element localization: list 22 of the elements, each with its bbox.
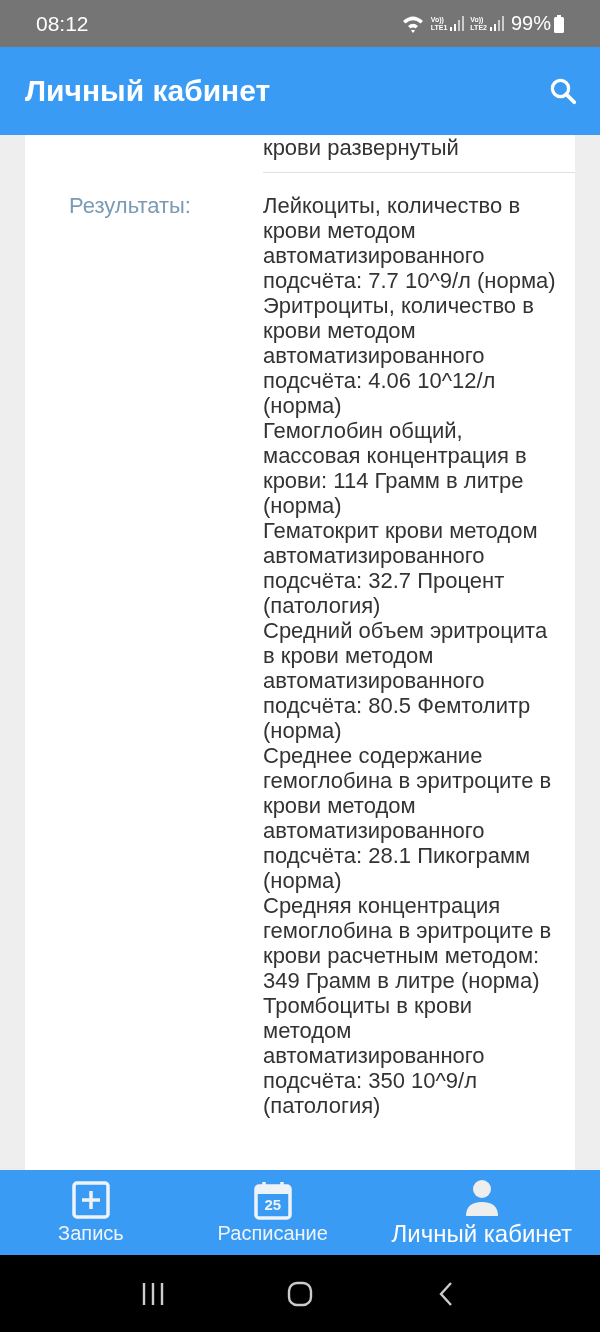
field-label: Результаты: [68, 193, 192, 218]
search-icon[interactable] [548, 76, 578, 106]
result-text: Тромбоциты в крови методом автоматизированного подсчёта: 350 10^9/л (патология) [263, 993, 486, 1118]
home-icon[interactable] [287, 1280, 313, 1307]
add-icon [70, 1180, 111, 1220]
result-text: Гематокрит крови методом автоматизированного подсчёта: 32.7 Процент (патология) [263, 518, 539, 618]
result-text: Гемоглобин общий, массовая концентрация в крови: 114 Грамм в литре (норма) [263, 418, 528, 518]
result-text: Лейкоциты, количество в крови методом автоматизированного подсчёта: 7.7 10^9/л (норма) [263, 193, 557, 293]
signal-icon [489, 15, 504, 32]
nav-tab[interactable]: 25 Расписание [181, 1170, 364, 1255]
nav-tab[interactable]: Личный кабинет [363, 1170, 600, 1255]
battery-icon [554, 14, 564, 33]
result-text: Средний объем эритроцита в крови методом автоматизированного подсчёта: 80.5 Фемтолитр (норма) [263, 618, 549, 743]
app-title: Личный кабинет [25, 74, 271, 108]
field-value: крови развернутый [263, 135, 460, 160]
result-text: Эритроциты, количество в крови методом автоматизированного подсчёта: 4.06 10^12/л (норма) [263, 293, 535, 418]
result-text: Среднее содержание гемоглобина в эритроците в крови методом автоматизированного подсчёта: 28.1 Пикограмм (норма) [263, 743, 553, 893]
status-time: 08:12 [36, 11, 89, 36]
battery-percent: 99% [510, 12, 551, 35]
signal-icon [450, 15, 465, 32]
nav-tab[interactable]: Запись [0, 1170, 182, 1255]
result-text: Средняя концентрация гемоглобина в эритроците в крови расчетным методом: 349 Грамм в литре (норма) [263, 893, 553, 993]
